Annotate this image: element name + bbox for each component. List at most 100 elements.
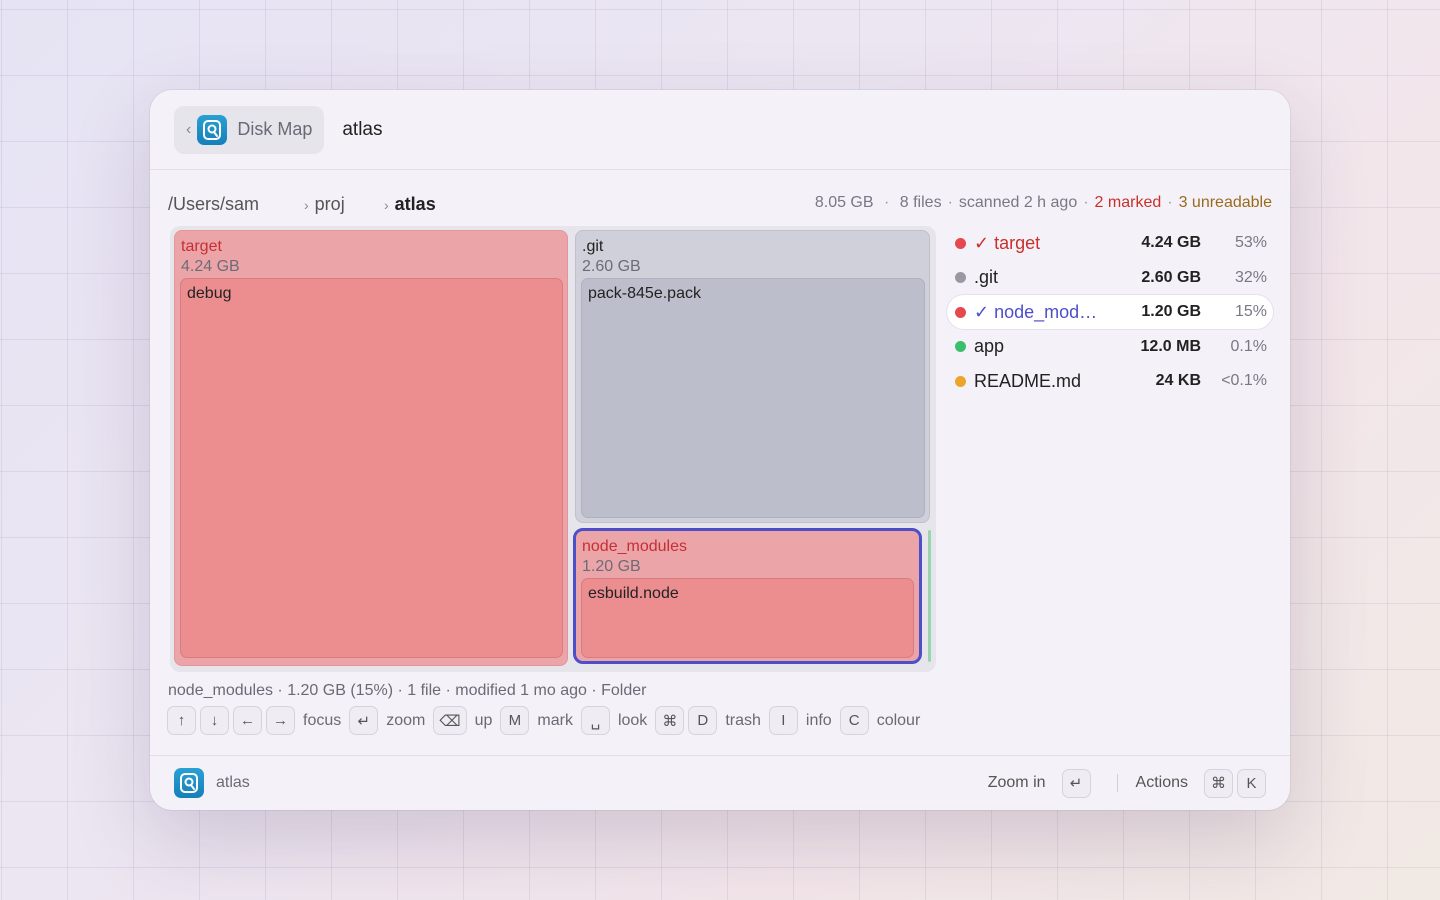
key-m: M	[500, 706, 530, 735]
key-cmd: ⌘	[655, 706, 685, 735]
key-i: I	[768, 706, 798, 735]
key-c: C	[839, 706, 869, 735]
total-size: 8.05 GB	[814, 194, 874, 211]
shortcut-label-up: up	[474, 711, 493, 729]
key-enter: ↵	[1061, 768, 1091, 798]
footer-app-name: atlas	[216, 774, 250, 791]
actions-button[interactable]: Actions	[1136, 774, 1188, 792]
chevron-right-icon: ›	[384, 196, 389, 213]
tile-size: 2.60 GB	[582, 258, 641, 275]
scan-time: scanned 2 h ago	[958, 194, 1078, 211]
tile-size: 1.20 GB	[582, 558, 641, 575]
unreadable-count: 3 unreadable	[1178, 194, 1272, 211]
shortcut-label-look: look	[617, 711, 648, 729]
scan-stats: 8.05 GB · 8 files · scanned 2 h ago · 2 …	[815, 194, 1272, 212]
color-dot	[955, 375, 966, 387]
item-percent: <0.1%	[1221, 372, 1267, 389]
breadcrumb-label: /Users/sam	[168, 194, 260, 214]
breadcrumb-label: proj	[314, 194, 345, 214]
breadcrumb-label: atlas	[394, 194, 436, 214]
item-name: ✓ target	[974, 232, 1041, 253]
shortcut-label-zoom: zoom	[386, 711, 426, 729]
header: ‹ Disk Map atlas	[150, 90, 1290, 170]
divider	[1116, 774, 1118, 792]
key-down-arrow: ↓	[200, 706, 229, 735]
key-enter: ↵	[349, 706, 379, 735]
treemap-tile-target[interactable]: target 4.24 GB debug	[174, 230, 568, 666]
tile-name: esbuild.node	[588, 585, 679, 602]
tile-name: .git	[582, 238, 604, 255]
color-dot	[955, 272, 966, 283]
key-backspace: ⌫	[433, 706, 467, 735]
zoom-in-button[interactable]: Zoom in	[988, 774, 1046, 792]
item-percent: 15%	[1234, 303, 1267, 320]
separator: ·	[947, 194, 953, 211]
breadcrumb-atlas[interactable]: › atlas	[384, 194, 436, 215]
chevron-right-icon: ›	[304, 196, 309, 213]
shortcut-label-trash: trash	[725, 711, 761, 729]
file-count: 8 files	[899, 194, 942, 211]
shortcut-label-info: info	[805, 711, 832, 729]
item-list: ✓ target 4.24 GB 53% .git 2.60 GB 32% ✓ …	[947, 226, 1273, 399]
breadcrumb-users-sam[interactable]: /Users/sam	[168, 194, 304, 215]
shortcut-label-colour: colour	[876, 711, 921, 729]
page-title: atlas	[342, 118, 383, 140]
key-d: D	[688, 706, 718, 735]
key-space: ␣	[580, 706, 610, 735]
color-dot	[955, 237, 966, 249]
item-percent: 32%	[1234, 268, 1267, 286]
key-up-arrow: ↑	[167, 706, 196, 735]
key-left-arrow: ←	[233, 706, 262, 735]
list-item-target[interactable]: ✓ target 4.24 GB 53%	[947, 226, 1273, 260]
marked-count: 2 marked	[1094, 194, 1162, 211]
item-name: app	[974, 336, 1005, 356]
tile-name: node_modules	[582, 538, 687, 555]
shortcut-bar: ↑ ↓ ← → focus ↵ zoom ⌫ up M mark ␣ look …	[167, 706, 924, 735]
item-size: 24 KB	[1155, 372, 1201, 389]
key-cmd: ⌘	[1204, 768, 1233, 798]
back-button[interactable]: ‹ Disk Map	[174, 105, 325, 154]
back-label: Disk Map	[237, 119, 313, 139]
list-item-readme[interactable]: README.md 24 KB <0.1%	[947, 364, 1273, 398]
treemap: target 4.24 GB debug .git 2.60 GB pack-8…	[170, 226, 936, 672]
separator: ·	[1083, 194, 1089, 211]
footer-bar: atlas Zoom in ↵ Actions ⌘ K	[150, 755, 1290, 810]
item-name: README.md	[974, 370, 1082, 391]
separator: ·	[1167, 194, 1173, 211]
color-dot	[955, 341, 966, 352]
treemap-tile-esbuild[interactable]: esbuild.node	[581, 578, 914, 658]
breadcrumb: /Users/sam › proj › atlas	[168, 194, 436, 215]
treemap-tile-pack[interactable]: pack-845e.pack	[581, 278, 925, 518]
treemap-tile-debug[interactable]: debug	[180, 278, 563, 658]
list-item-git[interactable]: .git 2.60 GB 32%	[947, 261, 1273, 295]
item-name: .git	[974, 267, 999, 287]
breadcrumb-proj[interactable]: › proj	[304, 194, 384, 215]
item-name: ✓ node_mod…	[974, 301, 1098, 322]
item-percent: 0.1%	[1230, 337, 1267, 355]
shortcut-label-focus: focus	[303, 711, 342, 729]
disk-map-app-icon	[174, 768, 204, 798]
selection-info: node_modules · 1.20 GB (15%) · 1 file · …	[168, 682, 647, 699]
item-size: 12.0 MB	[1140, 337, 1201, 355]
tile-name: debug	[187, 285, 232, 302]
treemap-tile-node-modules[interactable]: node_modules 1.20 GB esbuild.node	[573, 528, 922, 664]
disk-map-window: ‹ Disk Map atlas /Users/sam › proj › atlas…	[150, 90, 1290, 810]
color-dot	[955, 306, 966, 318]
tile-size: 4.24 GB	[181, 258, 240, 275]
key-k: K	[1237, 768, 1266, 798]
item-percent: 53%	[1234, 234, 1267, 251]
list-item-node-modules[interactable]: ✓ node_mod… 1.20 GB 15%	[947, 295, 1273, 329]
treemap-tile-app[interactable]	[928, 530, 931, 662]
separator: ·	[879, 194, 894, 211]
shortcut-label-mark: mark	[537, 711, 573, 729]
item-size: 4.24 GB	[1141, 234, 1201, 251]
chevron-left-icon: ‹	[186, 120, 192, 138]
item-size: 2.60 GB	[1141, 268, 1201, 286]
disk-map-app-icon	[197, 114, 228, 145]
tile-name: target	[181, 238, 222, 255]
item-size: 1.20 GB	[1141, 303, 1201, 320]
key-right-arrow: →	[266, 706, 295, 735]
list-item-app[interactable]: app 12.0 MB 0.1%	[947, 330, 1273, 364]
tile-name: pack-845e.pack	[588, 285, 701, 302]
treemap-tile-git[interactable]: .git 2.60 GB pack-845e.pack	[575, 230, 930, 523]
